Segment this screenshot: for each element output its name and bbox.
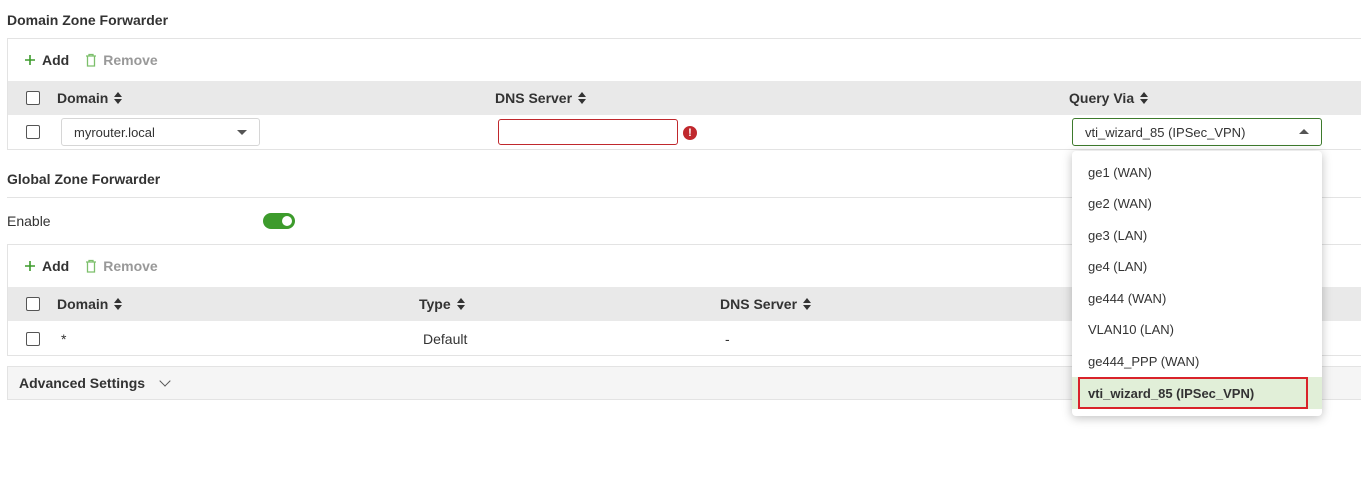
column-header-query-via[interactable]: Query Via [1069,81,1149,115]
global-zone-title: Global Zone Forwarder [7,171,161,187]
sort-icon [456,298,465,310]
domain-select-value: myrouter.local [74,124,155,140]
chevron-down-icon [159,375,171,387]
column-query-via-label: Query Via [1069,90,1135,106]
column-type-label: Type [419,296,451,312]
option-label: ge2 (WAN) [1088,196,1152,211]
sort-icon [1140,92,1149,104]
column-header-domain[interactable]: Domain [57,81,123,115]
dropdown-option[interactable]: ge2 (WAN) [1072,188,1322,219]
dropdown-option[interactable]: ge3 (LAN) [1072,220,1322,251]
row-checkbox[interactable] [26,125,40,139]
query-via-dropdown: ge1 (WAN) ge2 (WAN) ge3 (LAN) ge4 (LAN) … [1072,151,1322,416]
remove-label: Remove [103,52,158,68]
column-dns-server-label: DNS Server [720,296,798,312]
query-via-select[interactable]: vti_wizard_85 (IPSec_VPN) [1072,118,1322,146]
domain-select[interactable]: myrouter.local [61,118,260,146]
row-dns-server: - [725,331,730,347]
error-circle-icon: ! [683,126,697,140]
domain-zone-remove-button[interactable]: Remove [83,52,158,68]
trash-icon [83,258,99,274]
column-header-dns-server[interactable]: DNS Server [495,81,587,115]
sort-icon [578,92,587,104]
option-label: ge4 (LAN) [1088,259,1148,274]
domain-zone-toolbar: Add Remove [8,39,1361,81]
dropdown-option[interactable]: ge1 (WAN) [1072,157,1322,188]
option-label: ge3 (LAN) [1088,228,1148,243]
column-header-domain[interactable]: Domain [57,287,123,321]
add-label: Add [42,258,70,274]
toggle-knob [282,216,292,226]
option-label: VLAN10 (LAN) [1088,322,1174,337]
domain-zone-add-button[interactable]: Add [22,52,69,68]
dropdown-option[interactable]: ge444_PPP (WAN) [1072,346,1322,377]
select-all-checkbox[interactable] [26,91,40,105]
remove-label: Remove [103,258,158,274]
select-all-checkbox[interactable] [26,297,40,311]
query-via-select-value: vti_wizard_85 (IPSec_VPN) [1085,124,1246,140]
dropdown-option[interactable]: ge4 (LAN) [1072,251,1322,282]
chevron-up-icon [1299,129,1309,134]
column-domain-label: Domain [57,296,109,312]
chevron-down-icon [237,130,247,135]
trash-icon [83,52,99,68]
option-label: vti_wizard_85 (IPSec_VPN) [1088,385,1255,401]
global-zone-remove-button[interactable]: Remove [83,258,158,274]
plus-icon [22,52,38,68]
row-domain: * [61,331,67,347]
row-checkbox[interactable] [26,332,40,346]
sort-icon [114,298,123,310]
global-zone-add-button[interactable]: Add [22,258,69,274]
dns-server-input[interactable] [498,119,678,145]
dropdown-option[interactable]: ge444 (WAN) [1072,283,1322,314]
add-label: Add [42,52,70,68]
option-label: ge444 (WAN) [1088,291,1167,306]
column-header-type[interactable]: Type [419,287,465,321]
sort-icon [114,92,123,104]
sort-icon [803,298,812,310]
domain-zone-table-header: Domain DNS Server Query Via [8,81,1361,115]
dropdown-option[interactable]: VLAN10 (LAN) [1072,314,1322,345]
enable-toggle[interactable] [263,213,295,229]
domain-zone-title: Domain Zone Forwarder [7,12,169,28]
column-header-dns-server[interactable]: DNS Server [720,287,812,321]
column-dns-server-label: DNS Server [495,90,573,106]
advanced-settings-label: Advanced Settings [19,375,146,391]
option-label: ge1 (WAN) [1088,165,1152,180]
row-type: Default [423,331,468,347]
plus-icon [22,258,38,274]
dropdown-option-selected[interactable]: vti_wizard_85 (IPSec_VPN) [1072,377,1322,409]
enable-label: Enable [7,213,51,229]
column-domain-label: Domain [57,90,109,106]
option-label: ge444_PPP (WAN) [1088,354,1200,369]
